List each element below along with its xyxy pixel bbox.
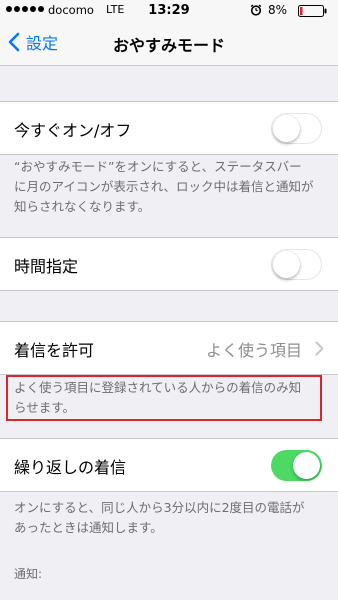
- alarm-clock-icon: [250, 4, 262, 16]
- repeated-calls-toggle-switch[interactable]: [271, 450, 322, 481]
- allow-calls-row[interactable]: 着信を許可 よく使う項目: [0, 321, 338, 375]
- allow-calls-footer: よく使う項目に登録されている人からの着信のみ知らせます。: [14, 380, 302, 415]
- battery-percentage: 8%: [268, 3, 288, 17]
- allow-calls-value: よく使う項目: [205, 341, 302, 360]
- manual-footer: “おやすみモード”をオンにすると、ステータスバーに月のアイコンが表示され、ロック…: [14, 159, 314, 214]
- scheduled-toggle-switch[interactable]: [271, 249, 322, 280]
- navigation-bar: 設定 おやすみモード: [0, 20, 338, 66]
- manual-toggle-row: 今すぐオン/オフ: [0, 101, 338, 155]
- chevron-right-icon: [315, 341, 324, 356]
- scheduled-toggle-row: 時間指定: [0, 237, 338, 291]
- allow-calls-label: 着信を許可: [14, 341, 95, 360]
- battery-icon: [298, 5, 327, 17]
- manual-toggle-switch[interactable]: [271, 113, 322, 144]
- toggle-knob: [293, 452, 320, 479]
- silence-section-header: 通知:: [14, 567, 43, 581]
- repeated-calls-label: 繰り返しの着信: [14, 458, 127, 477]
- toggle-knob: [273, 114, 300, 142]
- status-time: 13:29: [148, 3, 190, 18]
- status-bar: docomo LTE 13:29 8%: [0, 0, 338, 20]
- manual-toggle-label: 今すぐオン/オフ: [14, 121, 132, 140]
- page-title: おやすみモード: [112, 36, 225, 55]
- toggle-knob: [273, 250, 300, 278]
- scheduled-toggle-label: 時間指定: [14, 257, 79, 276]
- repeated-calls-row: 繰り返しの着信: [0, 438, 338, 492]
- repeated-calls-footer: オンにすると、同じ人から3分以内に2度目の電話があったときは通知します。: [14, 500, 305, 535]
